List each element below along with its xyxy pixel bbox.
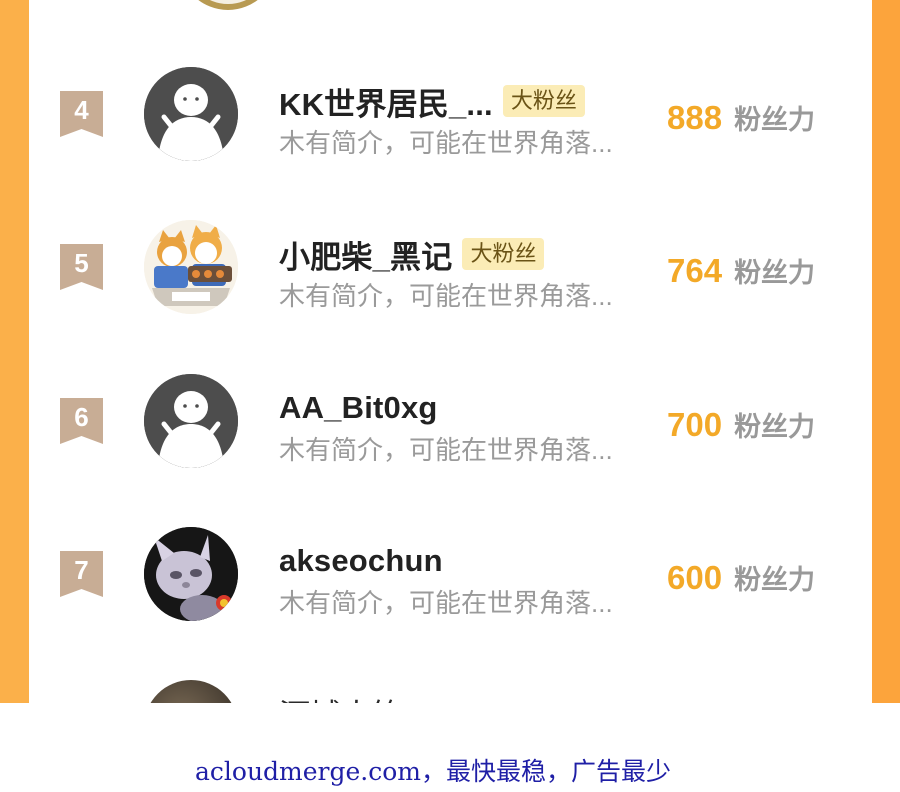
- cat-photo-avatar[interactable]: [144, 527, 238, 621]
- default-avatar[interactable]: [144, 67, 238, 161]
- fan-power-value: 600: [667, 559, 723, 596]
- fan-power-unit: 粉丝力: [734, 105, 816, 135]
- rank-number: 7: [74, 555, 89, 585]
- user-name[interactable]: akseochun: [279, 543, 443, 579]
- user-bio: 木有简介，可能在世界角落...: [279, 435, 613, 465]
- fan-level-badge: 大粉丝: [502, 85, 585, 117]
- ranking-row[interactable]: 5 小肥柴_黑记 大粉丝 木有简介，可能在世界角落... 764 粉丝力: [29, 220, 872, 330]
- fan-power-unit: 粉丝力: [734, 258, 816, 288]
- fan-level-badge: 大粉丝: [462, 238, 545, 270]
- fan-power-unit: 粉丝力: [734, 412, 816, 442]
- rank-badge: 5: [60, 244, 103, 290]
- ranking-row[interactable]: 7 akseochun 木有简介，可能在世界角落... 600 粉丝力: [29, 527, 872, 637]
- rank-number: 4: [74, 95, 89, 125]
- page-frame: 4 KK世界居民_... 大粉丝 木有简介，可能在世界角落... 888 粉丝力…: [0, 0, 900, 703]
- partial-user-name: 河城人笛: [279, 690, 419, 703]
- rank-badge: 4: [60, 91, 103, 137]
- fan-power: 600 粉丝力: [667, 558, 815, 597]
- fan-power: 700 粉丝力: [667, 405, 815, 444]
- default-avatar[interactable]: [144, 374, 238, 468]
- rank-number: 6: [74, 402, 89, 432]
- user-bio: 木有简介，可能在世界角落...: [279, 281, 613, 311]
- ranking-row[interactable]: 6 AA_Bit0xg 木有简介，可能在世界角落... 700 粉丝力: [29, 374, 872, 484]
- fan-power-unit: 粉丝力: [734, 565, 816, 595]
- rank-badge: 7: [60, 551, 103, 597]
- partial-avatar-bottom: [144, 680, 238, 703]
- user-bio: 木有简介，可能在世界角落...: [279, 128, 613, 158]
- ranking-panel: 4 KK世界居民_... 大粉丝 木有简介，可能在世界角落... 888 粉丝力…: [29, 0, 872, 703]
- user-name[interactable]: KK世界居民_...: [279, 79, 493, 124]
- watermark-text: acloudmerge.com，最快最稳，广告最少: [194, 757, 671, 786]
- fan-power-value: 700: [667, 406, 723, 443]
- fan-power-value: 888: [667, 99, 723, 136]
- user-name[interactable]: 小肥柴_黑记: [279, 232, 452, 277]
- fan-power: 764 粉丝力: [667, 251, 815, 290]
- fan-power: 888 粉丝力: [667, 98, 815, 137]
- partial-avatar-top: [179, 0, 277, 10]
- user-name[interactable]: AA_Bit0xg: [279, 390, 438, 426]
- fan-power-value: 764: [667, 252, 723, 289]
- ranking-row[interactable]: 4 KK世界居民_... 大粉丝 木有简介，可能在世界角落... 888 粉丝力: [29, 67, 872, 177]
- shiba-dogs-avatar[interactable]: [144, 220, 238, 314]
- rank-number: 5: [74, 248, 89, 278]
- user-bio: 木有简介，可能在世界角落...: [279, 588, 613, 618]
- rank-badge: 6: [60, 398, 103, 444]
